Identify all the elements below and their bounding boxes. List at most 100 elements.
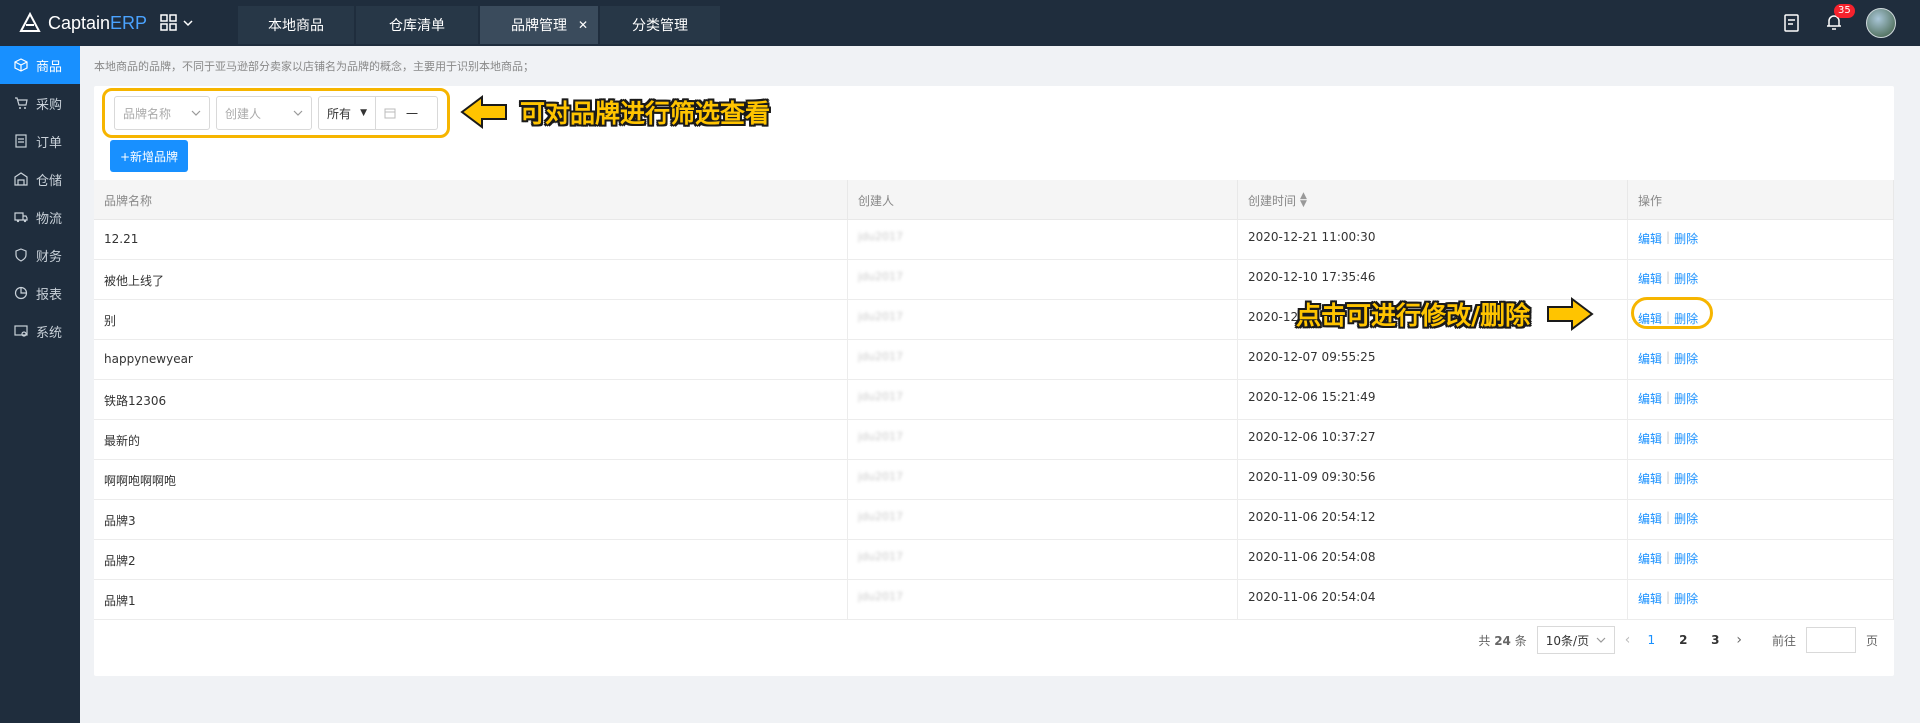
delete-link[interactable]: 删除 (1674, 310, 1698, 327)
sidebar-item-finance[interactable]: 财务 (0, 236, 80, 274)
page-1-button[interactable]: 1 (1640, 633, 1662, 647)
delete-link[interactable]: 删除 (1674, 470, 1698, 487)
filter-annotation-text: 可对品牌进行筛选查看 (520, 99, 771, 128)
cart-icon (15, 97, 28, 109)
divider: | (1666, 430, 1671, 444)
notes-icon[interactable] (1782, 13, 1802, 33)
sidebar-item-system[interactable]: 系统 (0, 312, 80, 350)
edit-annotation-text: 点击可进行修改/删除 (1296, 301, 1531, 330)
creator-name: jdu2017 (858, 310, 904, 323)
delete-link[interactable]: 删除 (1674, 390, 1698, 407)
delete-link[interactable]: 删除 (1674, 430, 1698, 447)
creator-cell: jdu2017 (848, 500, 1238, 539)
page-hint: 本地商品的品牌，不同于亚马逊部分卖家以店铺名为品牌的概念，主要用于识别本地商品； (94, 60, 534, 73)
goto-page-input[interactable] (1805, 627, 1856, 653)
apps-menu[interactable] (160, 0, 230, 46)
logo[interactable]: Captain ERP (0, 0, 160, 46)
delete-link[interactable]: 删除 (1674, 510, 1698, 527)
actions-cell: 编辑 | 删除 (1628, 260, 1894, 299)
page-2-button[interactable]: 2 (1672, 633, 1694, 647)
delete-link[interactable]: 删除 (1674, 590, 1698, 607)
edit-link[interactable]: 编辑 (1638, 470, 1662, 487)
divider: | (1666, 390, 1671, 404)
creator-cell: jdu2017 (848, 380, 1238, 419)
delete-link[interactable]: 删除 (1674, 270, 1698, 287)
column-header-creator: 创建人 (848, 180, 1238, 220)
edit-link[interactable]: 编辑 (1638, 510, 1662, 527)
table-row: 铁路12306 jdu2017 2020-12-06 15:21:49 编辑 | 删除 (94, 380, 1894, 420)
total-prefix: 共 (1478, 633, 1491, 648)
sidebar-item-label: 采购 (36, 97, 63, 113)
page-3-button[interactable]: 3 (1704, 633, 1726, 647)
edit-link[interactable]: 编辑 (1638, 310, 1662, 327)
settings-icon (14, 325, 28, 337)
sidebar-item-reports[interactable]: 报表 (0, 274, 80, 312)
goto-label: 前往 (1771, 633, 1796, 648)
sidebar-item-logistics[interactable]: 物流 (0, 198, 80, 236)
next-page-button[interactable]: › (1736, 632, 1742, 648)
sort-icon[interactable]: ▲ ▼ (1300, 192, 1307, 209)
main-content: 本地商品的品牌，不同于亚马逊部分卖家以店铺名为品牌的概念，主要用于识别本地商品；… (80, 46, 1920, 723)
actions-cell: 编辑 | 删除 (1628, 540, 1894, 579)
edit-link[interactable]: 编辑 (1638, 590, 1662, 607)
total-suffix: 条 (1514, 633, 1527, 648)
goto-suffix: 页 (1865, 633, 1878, 648)
tab-category-management[interactable]: 分类管理 (600, 6, 720, 44)
divider: | (1666, 350, 1671, 364)
creator-name: jdu2017 (858, 590, 904, 603)
sidebar-item-purchase[interactable]: 采购 (0, 84, 80, 122)
sidebar-item-label: 物流 (36, 211, 63, 227)
prev-page-button[interactable]: ‹ (1625, 632, 1631, 648)
tab-brand-management[interactable]: 品牌管理 ✕ (480, 6, 598, 44)
chevron-down-icon (1596, 637, 1606, 643)
brand-name-cell: 品牌2 (94, 540, 848, 579)
tab-warehouse-list[interactable]: 仓库清单 (356, 6, 478, 44)
delete-link[interactable]: 删除 (1674, 550, 1698, 567)
column-header-brand-name: 品牌名称 (94, 180, 848, 220)
table-row: 品牌2 jdu2017 2020-11-06 20:54:08 编辑 | 删除 (94, 540, 1894, 580)
delete-link[interactable]: 删除 (1674, 230, 1698, 247)
created-time-cell: 2020-12-07 09:55:25 (1238, 340, 1628, 379)
created-time-cell: 2020-12-10 17:35:46 (1238, 260, 1628, 299)
divider: | (1666, 510, 1671, 524)
divider: | (1666, 270, 1671, 284)
creator-name: jdu2017 (858, 510, 904, 523)
table-row: 别 jdu2017 2020-12 编辑 | 删除 (94, 300, 1894, 340)
tab-local-products[interactable]: 本地商品 (238, 6, 354, 44)
column-header-created-time[interactable]: 创建时间 ▲ ▼ (1238, 180, 1628, 220)
tab-label: 本地商品 (268, 18, 324, 34)
edit-link[interactable]: 编辑 (1638, 430, 1662, 447)
edit-link[interactable]: 编辑 (1638, 390, 1662, 407)
brand-panel: 品牌名称 创建人 所有 ▼ 一 可对品牌进行筛选查看 +新增品牌 品牌名称 创建… (94, 86, 1894, 676)
edit-link[interactable]: 编辑 (1638, 270, 1662, 287)
logo-text: Captain (48, 12, 111, 33)
edit-link[interactable]: 编辑 (1638, 550, 1662, 567)
avatar[interactable] (1866, 8, 1896, 38)
created-time-cell: 2020-11-06 20:54:12 (1238, 500, 1628, 539)
delete-link[interactable]: 删除 (1674, 350, 1698, 367)
table-row: 品牌1 jdu2017 2020-11-06 20:54:04 编辑 | 删除 (94, 580, 1894, 620)
table-row: 品牌3 jdu2017 2020-11-06 20:54:12 编辑 | 删除 (94, 500, 1894, 540)
brand-table: 品牌名称 创建人 创建时间 ▲ ▼ 操作 12.21 jdu2017 2020-12-2… (94, 180, 1894, 620)
tab-label: 仓库清单 (389, 18, 445, 34)
creator-cell: jdu2017 (848, 580, 1238, 619)
edit-link[interactable]: 编辑 (1638, 230, 1662, 247)
divider: | (1666, 590, 1671, 604)
sidebar-item-orders[interactable]: 订单 (0, 122, 80, 160)
sidebar-item-products[interactable]: 商品 (0, 46, 80, 84)
sidebar-item-warehouse[interactable]: 仓储 (0, 160, 80, 198)
creator-cell: jdu2017 (848, 260, 1238, 299)
brand-name-cell: 啊啊咆啊啊咆 (94, 460, 848, 499)
table-row: 最新的 jdu2017 2020-12-06 10:37:27 编辑 | 删除 (94, 420, 1894, 460)
created-time-cell: 2020-11-06 20:54:04 (1238, 580, 1628, 619)
brand-name-cell: 品牌3 (94, 500, 848, 539)
close-icon[interactable]: ✕ (578, 18, 588, 32)
add-brand-button[interactable]: +新增品牌 (110, 140, 188, 172)
table-row: happynewyear jdu2017 2020-12-07 09:55:25 编辑… (94, 340, 1894, 380)
notification-button[interactable]: 35 (1824, 3, 1855, 35)
page-size-select[interactable]: 10条/页 (1536, 626, 1615, 654)
edit-link[interactable]: 编辑 (1638, 350, 1662, 367)
brand-name-cell: 品牌1 (94, 580, 848, 619)
creator-name: jdu2017 (858, 470, 904, 483)
sidebar-item-label: 仓储 (36, 173, 63, 189)
